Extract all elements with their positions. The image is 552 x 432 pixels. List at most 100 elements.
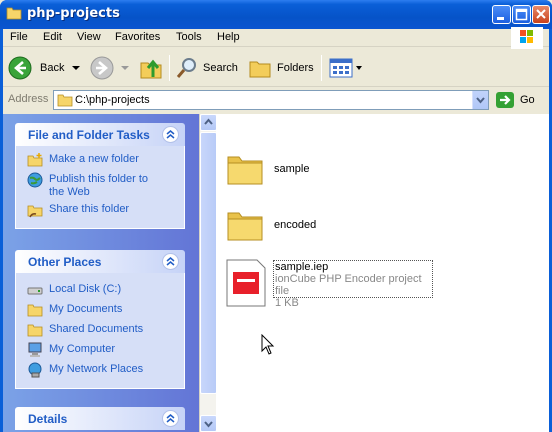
title-bar[interactable]: php-projects bbox=[0, 0, 552, 29]
search-label: Search bbox=[203, 62, 238, 74]
folders-icon bbox=[249, 61, 271, 78]
panel-title: Details bbox=[28, 412, 68, 426]
chevron-up-icon bbox=[204, 118, 213, 125]
file-name: encoded bbox=[274, 219, 317, 231]
collapse-button[interactable] bbox=[162, 410, 179, 427]
file-size: 1 KB bbox=[275, 297, 299, 309]
place-my-computer[interactable]: My Computer bbox=[16, 342, 184, 362]
chevron-down-icon[interactable] bbox=[70, 63, 82, 73]
windows-logo-icon bbox=[511, 27, 543, 49]
file-name: sample.iep bbox=[275, 261, 329, 273]
close-button[interactable] bbox=[532, 5, 550, 24]
minimize-icon bbox=[497, 17, 504, 20]
file-item-sample-iep[interactable]: sample.iep ionCube PHP Encoder project f… bbox=[226, 259, 433, 310]
place-label: My Computer bbox=[49, 343, 116, 355]
close-icon bbox=[536, 9, 546, 19]
task-label: Make a new folder bbox=[49, 153, 139, 165]
details-panel: Details bbox=[15, 407, 185, 430]
address-input[interactable]: C:\php-projects bbox=[53, 90, 489, 110]
folders-button[interactable]: Folders bbox=[248, 53, 314, 83]
publish-web-icon bbox=[27, 172, 43, 188]
views-icon bbox=[329, 58, 353, 78]
forward-button[interactable] bbox=[89, 53, 131, 83]
place-label: Shared Documents bbox=[49, 323, 144, 335]
share-folder-icon bbox=[27, 205, 43, 218]
folder-icon bbox=[57, 94, 73, 107]
go-label: Go bbox=[520, 94, 535, 106]
address-bar: Address C:\php-projects Go bbox=[3, 89, 549, 111]
scroll-up-button[interactable] bbox=[200, 114, 217, 131]
scroll-thumb[interactable] bbox=[200, 132, 217, 394]
folder-item-encoded[interactable]: encoded bbox=[226, 206, 316, 244]
back-label: Back bbox=[40, 62, 65, 74]
task-pane: File and Folder Tasks Make a new folder … bbox=[3, 114, 199, 432]
task-pane-scrollbar[interactable] bbox=[199, 114, 217, 432]
file-type: ionCube PHP Encoder project file bbox=[275, 273, 422, 297]
panel-body: Local Disk (C:) My Documents Shared Docu… bbox=[15, 273, 185, 389]
folder-item-sample[interactable]: sample bbox=[226, 150, 309, 188]
address-dropdown-button[interactable] bbox=[472, 91, 488, 109]
place-local-disk[interactable]: Local Disk (C:) bbox=[16, 282, 184, 302]
task-make-new-folder[interactable]: Make a new folder bbox=[16, 152, 184, 172]
panel-body: Make a new folder Publish this folder to… bbox=[15, 146, 185, 229]
place-label: My Documents bbox=[49, 303, 123, 315]
go-button[interactable]: Go bbox=[495, 90, 535, 110]
menu-favorites[interactable]: Favorites bbox=[114, 30, 161, 45]
scroll-down-button[interactable] bbox=[200, 415, 217, 432]
task-publish-folder[interactable]: Publish this folder to the Web bbox=[16, 172, 184, 202]
folder-icon bbox=[6, 7, 22, 20]
chevron-down-icon bbox=[476, 97, 485, 104]
search-icon bbox=[176, 58, 196, 78]
file-list-pane: sample encoded sample.iep ionCube PHP En… bbox=[216, 114, 549, 432]
go-arrow-icon bbox=[496, 92, 514, 108]
toolbar: Back Search Folders bbox=[3, 49, 549, 87]
folder-icon bbox=[227, 156, 263, 185]
menu-view[interactable]: View bbox=[76, 30, 102, 45]
panel-header[interactable]: Details bbox=[15, 407, 185, 430]
place-shared-documents[interactable]: Shared Documents bbox=[16, 322, 184, 342]
panel-title: File and Folder Tasks bbox=[28, 128, 150, 142]
folder-icon bbox=[27, 304, 43, 317]
disk-icon bbox=[27, 287, 43, 295]
panel-header[interactable]: Other Places bbox=[15, 250, 185, 273]
menu-edit[interactable]: Edit bbox=[42, 30, 63, 45]
search-button[interactable]: Search bbox=[175, 53, 238, 83]
mouse-cursor-icon bbox=[261, 334, 275, 355]
file-name: sample bbox=[274, 163, 310, 175]
network-icon bbox=[28, 362, 42, 378]
address-value: C:\php-projects bbox=[75, 94, 150, 106]
place-label: Local Disk (C:) bbox=[49, 283, 122, 295]
window-title: php-projects bbox=[27, 6, 120, 21]
back-button[interactable]: Back bbox=[7, 53, 82, 83]
place-my-documents[interactable]: My Documents bbox=[16, 302, 184, 322]
views-button[interactable] bbox=[328, 53, 364, 83]
maximize-button[interactable] bbox=[512, 5, 531, 24]
folder-icon bbox=[27, 324, 43, 337]
collapse-button[interactable] bbox=[162, 126, 179, 143]
address-label: Address bbox=[8, 93, 49, 105]
new-folder-icon bbox=[27, 153, 43, 167]
computer-icon bbox=[28, 342, 42, 357]
back-arrow-icon bbox=[8, 56, 32, 80]
menu-file[interactable]: File bbox=[9, 30, 29, 45]
task-label: Share this folder bbox=[49, 203, 130, 215]
menu-bar: File Edit View Favorites Tools Help bbox=[3, 27, 549, 49]
minimize-button[interactable] bbox=[492, 5, 511, 24]
menu-tools[interactable]: Tools bbox=[175, 30, 203, 45]
chevron-up-icon bbox=[166, 130, 175, 139]
collapse-button[interactable] bbox=[162, 253, 179, 270]
place-my-network-places[interactable]: My Network Places bbox=[16, 362, 184, 382]
other-places-panel: Other Places Local Disk (C:) My Document… bbox=[15, 250, 185, 389]
chevron-down-icon[interactable] bbox=[354, 63, 364, 73]
panel-header[interactable]: File and Folder Tasks bbox=[15, 123, 185, 146]
up-folder-button[interactable] bbox=[139, 53, 163, 83]
chevron-down-icon[interactable] bbox=[119, 63, 131, 73]
window-client-area: File Edit View Favorites Tools Help Back bbox=[3, 27, 549, 432]
menu-help[interactable]: Help bbox=[216, 30, 241, 45]
task-share-folder[interactable]: Share this folder bbox=[16, 202, 184, 222]
file-label-block: sample.iep ionCube PHP Encoder project f… bbox=[273, 260, 433, 309]
task-label: Publish this folder to the Web bbox=[49, 173, 149, 198]
folder-icon bbox=[227, 212, 263, 241]
folders-label: Folders bbox=[277, 62, 314, 74]
ioncube-project-icon bbox=[226, 259, 266, 307]
